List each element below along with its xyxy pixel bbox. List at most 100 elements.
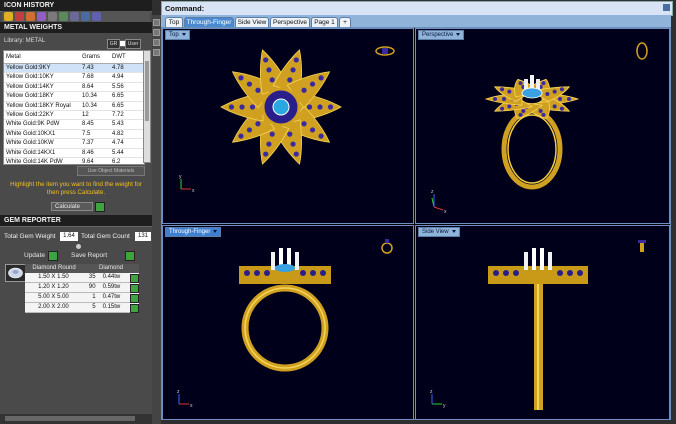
viewport-through-finger[interactable]: Through-Finger x z [162, 225, 414, 420]
table-row[interactable]: White Gold:10KW 7.37 4.74 [4, 139, 144, 149]
through-finger-view-render: x z [177, 239, 393, 409]
table-row[interactable]: Yellow Gold:10KY 7.68 4.94 [4, 73, 144, 83]
perspective-ring-indicator [636, 42, 648, 60]
column-header-metal[interactable]: Metal [4, 51, 82, 63]
gem-row[interactable]: 1.20 X 1.20 90 0.59tw [25, 283, 139, 293]
axis-gizmo-front: x z [177, 389, 193, 409]
cell-metal: Yellow Gold:18KY [6, 93, 54, 100]
petal-gem [567, 97, 571, 101]
update-button[interactable] [48, 251, 58, 261]
table-row[interactable]: White Gold:10KX1 7.5 4.82 [4, 130, 144, 140]
gem-row[interactable]: 2.00 X 2.00 5 0.15tw [25, 303, 139, 313]
expand-icon[interactable] [103, 12, 112, 21]
tab-add[interactable]: + [339, 17, 351, 27]
update-label: Update [24, 252, 45, 259]
cell-grams: 9.64 [82, 158, 94, 165]
petal-gem [269, 77, 275, 83]
left-panel-scrollbar[interactable] [0, 414, 152, 424]
pencil-icon[interactable] [70, 12, 79, 21]
tab-page-1[interactable]: Page 1 [311, 17, 338, 27]
scrollbar-thumb[interactable] [145, 61, 149, 121]
left-scrollbar-thumb[interactable] [5, 416, 135, 421]
metal-table-body: Yellow Gold:9KY 7.43 4.78 Yellow Gold:10KY 7… [4, 64, 144, 165]
toolbar-icon-1[interactable] [153, 19, 160, 26]
tab-through-finger[interactable]: Through-Finger [184, 17, 234, 27]
tab-side-view[interactable]: Side View [235, 17, 269, 27]
gem-size: 2.00 X 2.00 [38, 304, 69, 310]
axis-gizmo-3d: x z [431, 189, 447, 215]
app-logo-icon[interactable] [4, 12, 13, 21]
command-bar[interactable]: Command: [161, 1, 673, 16]
axis-gizmo: x y [179, 174, 195, 194]
gem-reporter-header: GEM REPORTER [0, 215, 156, 227]
gem-count: 5 [92, 304, 96, 310]
gem-count: 90 [88, 284, 96, 290]
table-row[interactable]: Yellow Gold:22KY 12 7.72 [4, 111, 144, 121]
tab-perspective[interactable]: Perspective [270, 17, 310, 27]
calculate-field[interactable]: Calculate [51, 202, 93, 211]
use-object-materials-button[interactable]: Use Object Materials [77, 166, 145, 176]
side-view-render: y z [430, 240, 646, 410]
layers-icon[interactable] [81, 12, 90, 21]
ring-tool-icon[interactable] [37, 12, 46, 21]
column-header-grams[interactable]: Grams [82, 51, 112, 63]
table-row[interactable]: Yellow Gold:18KY Royal 10.34 6.65 [4, 102, 144, 111]
command-dropdown-icon[interactable] [663, 4, 670, 11]
petal-gem [263, 57, 269, 63]
gem-weight: 0.15tw [102, 304, 121, 310]
gem-weight: 0.44tw [102, 274, 121, 280]
toolbar-icon-3[interactable] [153, 39, 160, 46]
axis-z-label: z [430, 389, 433, 395]
metal-table-scrollbar[interactable] [143, 50, 151, 163]
petal-gem [541, 112, 546, 117]
cell-dwt: 6.65 [112, 102, 124, 109]
cell-dwt: 5.56 [112, 83, 124, 90]
total-gem-weight-label: Total Gem Weight [4, 233, 56, 240]
petal-gem [238, 75, 244, 81]
petal-gem [500, 106, 505, 111]
table-row[interactable]: Yellow Gold:18KY 10.34 6.65 [4, 92, 144, 102]
total-gem-count-label: Total Gem Count [81, 233, 130, 240]
gem-select-button[interactable] [130, 274, 139, 283]
table-row[interactable]: White Gold:14K PdW 9.64 6.2 [4, 158, 144, 165]
settings-tool-icon[interactable] [48, 12, 57, 21]
panel-splitter-handle[interactable] [76, 244, 81, 249]
save-report-button[interactable] [125, 251, 135, 261]
table-row[interactable]: White Gold:9K PdW 8.45 5.43 [4, 120, 144, 130]
gem-row[interactable]: 5.00 X 5.00 1 0.47tw [25, 293, 139, 303]
unit-user-button[interactable]: User [125, 39, 141, 49]
table-row[interactable]: White Gold:14KX1 8.46 5.44 [4, 149, 144, 158]
gem-select-button[interactable] [130, 294, 139, 303]
viewport-perspective[interactable]: Perspective x z [415, 28, 670, 224]
petal-gem [541, 81, 546, 86]
metal-icon[interactable] [26, 12, 35, 21]
cell-grams: 7.5 [82, 130, 91, 137]
table-row[interactable]: Yellow Gold:9KY 7.43 4.78 [4, 64, 144, 74]
round-gem-icon [8, 267, 23, 279]
toolbar-icon-2[interactable] [153, 29, 160, 36]
library-label: Library: METAL [4, 38, 46, 44]
metal-weights-table: Metal Grams DWT Yellow Gold:9KY 7.43 4.78 Y… [3, 50, 145, 165]
gem-table-header: Diamond Round Diamond [25, 264, 139, 273]
table-row[interactable]: Yellow Gold:14KY 8.64 5.56 [4, 83, 144, 93]
cell-metal: Yellow Gold:10KY [6, 74, 54, 81]
gem-row[interactable]: 1.50 X 1.50 35 0.44tw [25, 273, 139, 283]
through-finger-ring-indicator [381, 239, 393, 254]
cell-dwt: 7.72 [112, 111, 124, 118]
gem-icon[interactable] [15, 12, 24, 21]
petal-gem [228, 104, 235, 110]
petal-gem [559, 106, 564, 111]
folder-icon[interactable] [92, 12, 101, 21]
petal-gem [266, 67, 272, 73]
viewport-side-view[interactable]: Side View y z [415, 225, 670, 420]
column-header-dwt[interactable]: DWT [112, 51, 142, 63]
petal-gem [290, 67, 296, 73]
gem-select-button[interactable] [130, 304, 139, 313]
toolbar-icon-4[interactable] [153, 49, 160, 56]
gem-select-button[interactable] [130, 284, 139, 293]
viewport-top[interactable]: Top x y [162, 28, 414, 224]
viewport-area: Top x y Perspective x z Through-Finger x… [161, 27, 671, 420]
tab-top[interactable]: Top [165, 17, 183, 27]
calculate-button[interactable] [95, 202, 105, 212]
check-icon[interactable] [59, 12, 68, 21]
